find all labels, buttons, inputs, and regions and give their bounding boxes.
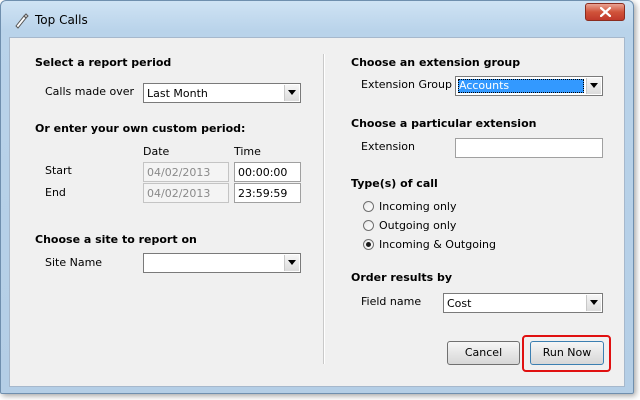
dropdown-arrow-icon[interactable] — [586, 295, 601, 311]
site-name-dropdown[interactable] — [143, 253, 301, 273]
window-title: Top Calls — [35, 13, 88, 27]
cancel-button[interactable]: Cancel — [447, 341, 520, 365]
start-label: Start — [45, 164, 72, 177]
custom-period-heading: Or enter your own custom period: — [35, 122, 246, 135]
radio-incoming-only-label[interactable]: Incoming only — [379, 200, 456, 213]
radio-incoming-outgoing[interactable] — [363, 239, 374, 250]
start-date-value: 04/02/2013 — [147, 166, 211, 179]
site-heading: Choose a site to report on — [35, 233, 197, 246]
dropdown-arrow-icon[interactable] — [284, 255, 299, 271]
site-name-label: Site Name — [45, 256, 103, 269]
column-divider — [323, 54, 325, 364]
phone-handset-icon — [15, 13, 29, 29]
start-time-value: 00:00:00 — [238, 166, 288, 179]
radio-incoming-outgoing-label[interactable]: Incoming & Outgoing — [379, 238, 496, 251]
title-bar[interactable]: Top Calls — [1, 1, 633, 37]
dialog-body: Select a report period Calls made over L… — [9, 37, 625, 387]
field-name-dropdown[interactable]: Cost — [443, 293, 603, 313]
close-icon — [600, 7, 611, 17]
order-heading: Order results by — [351, 271, 453, 284]
dropdown-arrow-icon[interactable] — [284, 85, 299, 101]
extension-group-label: Extension Group — [361, 78, 452, 91]
radio-outgoing-only-label[interactable]: Outgoing only — [379, 219, 456, 232]
extension-heading: Choose a particular extension — [351, 117, 537, 130]
radio-incoming-only[interactable] — [363, 201, 374, 212]
report-period-heading: Select a report period — [35, 56, 172, 69]
field-name-value: Cost — [447, 297, 472, 310]
time-column-header: Time — [234, 145, 261, 158]
end-time-value: 23:59:59 — [238, 187, 288, 200]
dropdown-arrow-icon[interactable] — [586, 78, 601, 94]
top-calls-window: Top Calls Select a report period Calls m… — [0, 0, 634, 394]
radio-selected-dot — [366, 242, 371, 247]
calls-made-over-value: Last Month — [147, 87, 208, 100]
extension-group-value: Accounts — [458, 79, 584, 93]
call-types-heading: Type(s) of call — [351, 177, 438, 190]
extension-group-dropdown[interactable]: Accounts — [455, 76, 603, 96]
close-button[interactable] — [585, 3, 625, 21]
calls-made-over-label: Calls made over — [45, 85, 134, 98]
extension-field[interactable] — [455, 138, 603, 158]
date-column-header: Date — [143, 145, 170, 158]
extension-group-heading: Choose an extension group — [351, 56, 521, 69]
end-time-field[interactable]: 23:59:59 — [234, 183, 301, 203]
end-date-field[interactable]: 04/02/2013 — [143, 183, 229, 203]
field-name-label: Field name — [361, 295, 422, 308]
start-time-field[interactable]: 00:00:00 — [234, 162, 301, 182]
start-date-field[interactable]: 04/02/2013 — [143, 162, 229, 182]
calls-made-over-dropdown[interactable]: Last Month — [143, 83, 301, 103]
end-label: End — [45, 186, 66, 199]
end-date-value: 04/02/2013 — [147, 187, 211, 200]
extension-label: Extension — [361, 140, 416, 153]
radio-outgoing-only[interactable] — [363, 220, 374, 231]
run-now-button[interactable]: Run Now — [530, 341, 604, 365]
